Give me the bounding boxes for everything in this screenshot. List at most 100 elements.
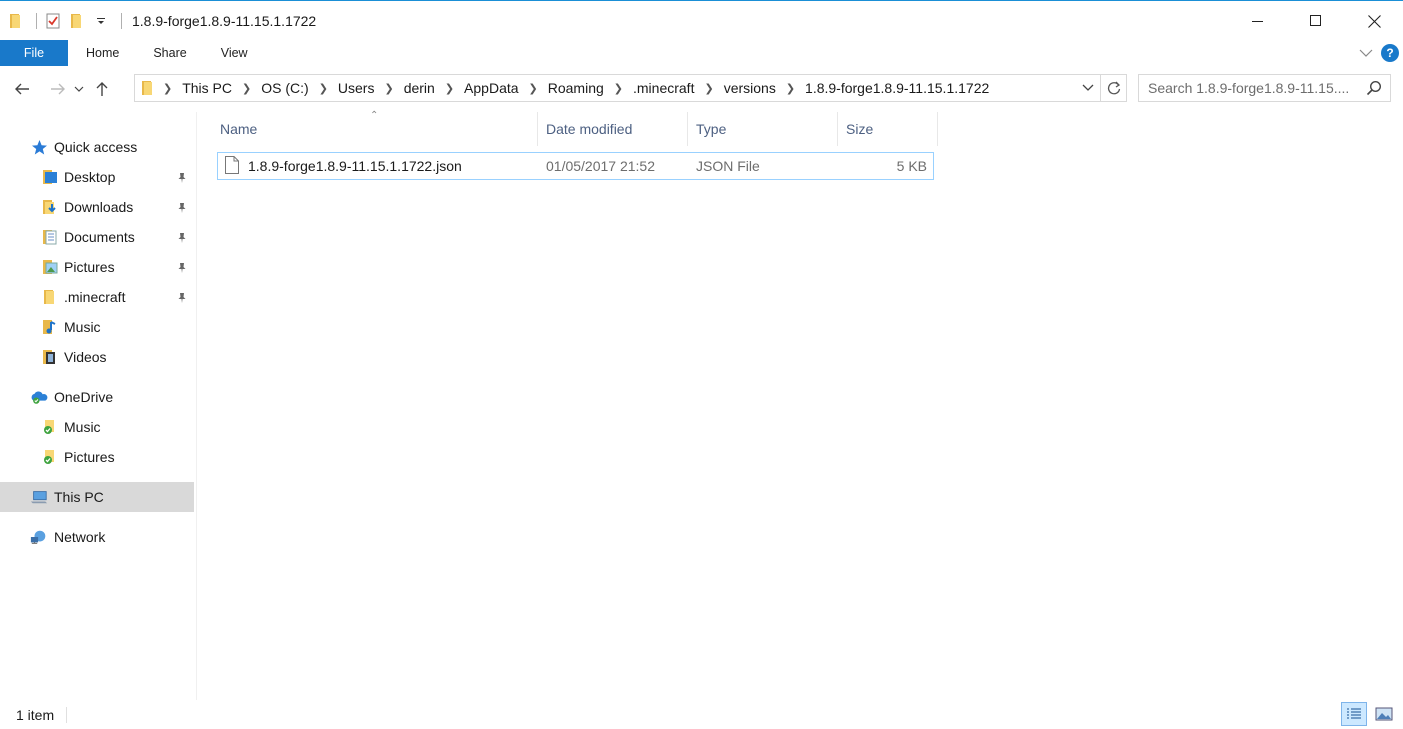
status-divider bbox=[66, 706, 68, 723]
sidebar-item-label: Pictures bbox=[64, 259, 115, 275]
maximize-icon bbox=[1310, 15, 1321, 26]
sidebar-item-label: Desktop bbox=[64, 169, 116, 185]
breadcrumb-minecraft[interactable]: .minecraft ❯ bbox=[633, 80, 724, 96]
breadcrumb-os-c[interactable]: OS (C:) ❯ bbox=[261, 80, 338, 96]
sidebar-item-music[interactable]: Music bbox=[0, 312, 194, 342]
synced-folder-icon bbox=[41, 448, 59, 466]
sidebar-item-onedrive-music[interactable]: Music bbox=[0, 412, 194, 442]
details-view-icon bbox=[1347, 708, 1361, 719]
column-header-date[interactable]: Date modified bbox=[538, 112, 688, 146]
pin-icon[interactable] bbox=[176, 171, 188, 187]
sidebar-item-pictures[interactable]: Pictures bbox=[0, 252, 194, 282]
large-icons-view-icon bbox=[1375, 707, 1393, 721]
refresh-button[interactable] bbox=[1101, 74, 1127, 102]
customize-toolbar-icon[interactable] bbox=[91, 11, 111, 31]
search-input[interactable] bbox=[1148, 80, 1363, 96]
sidebar-item-label: Downloads bbox=[64, 199, 134, 215]
address-dropdown-button[interactable] bbox=[1076, 75, 1100, 101]
view-switcher bbox=[1341, 702, 1397, 726]
ribbon-right: ? bbox=[1359, 40, 1399, 66]
file-date-modified: 01/05/2017 21:52 bbox=[546, 158, 655, 174]
breadcrumb-appdata[interactable]: AppData ❯ bbox=[464, 80, 548, 96]
column-header-size[interactable]: Size bbox=[838, 112, 938, 146]
maximize-button[interactable] bbox=[1287, 1, 1345, 41]
breadcrumb-chevron[interactable]: ❯ bbox=[161, 82, 182, 95]
music-folder-icon bbox=[41, 318, 59, 336]
breadcrumb-roaming[interactable]: Roaming ❯ bbox=[548, 80, 633, 96]
arrow-right-icon bbox=[51, 83, 65, 95]
videos-folder-icon bbox=[41, 348, 59, 366]
new-folder-icon[interactable] bbox=[67, 11, 87, 31]
star-icon bbox=[30, 138, 48, 156]
tab-home[interactable]: Home bbox=[68, 40, 136, 66]
close-button[interactable] bbox=[1345, 1, 1403, 41]
minimize-icon bbox=[1252, 21, 1263, 22]
recent-locations-button[interactable] bbox=[72, 75, 86, 103]
sidebar-item-label: Quick access bbox=[54, 139, 138, 155]
sidebar-item-minecraft[interactable]: .minecraft bbox=[0, 282, 194, 312]
breadcrumb-derin[interactable]: derin ❯ bbox=[404, 80, 464, 96]
file-name: 1.8.9-forge1.8.9-11.15.1.1722.json bbox=[248, 158, 462, 174]
up-button[interactable] bbox=[90, 75, 114, 103]
tab-view[interactable]: View bbox=[204, 40, 265, 66]
ribbon-tabs: File Home Share View ? bbox=[0, 40, 1403, 68]
sidebar-item-quick-access[interactable]: Quick access bbox=[0, 132, 194, 162]
breadcrumb-versions[interactable]: versions ❯ bbox=[724, 80, 805, 96]
pin-icon[interactable] bbox=[176, 291, 188, 307]
column-headers: ⌃ Name Date modified Type Size bbox=[212, 110, 938, 146]
tab-share[interactable]: Share bbox=[136, 40, 203, 66]
window-controls bbox=[1229, 1, 1403, 41]
sidebar-item-label: Music bbox=[64, 319, 101, 335]
search-box[interactable] bbox=[1138, 74, 1391, 102]
pin-icon[interactable] bbox=[176, 261, 188, 277]
expand-ribbon-icon[interactable] bbox=[1359, 45, 1373, 61]
downloads-folder-icon bbox=[41, 198, 59, 216]
sidebar-item-this-pc[interactable]: This PC bbox=[0, 482, 194, 512]
sidebar-item-downloads[interactable]: Downloads bbox=[0, 192, 194, 222]
breadcrumb-current-folder[interactable]: 1.8.9-forge1.8.9-11.15.1.1722 bbox=[805, 80, 989, 96]
sidebar-item-label: Network bbox=[54, 529, 106, 545]
sidebar-item-label: Videos bbox=[64, 349, 107, 365]
pin-icon[interactable] bbox=[176, 201, 188, 217]
file-size: 5 KB bbox=[896, 158, 927, 174]
status-bar: 1 item bbox=[0, 700, 1403, 729]
sidebar-item-onedrive[interactable]: OneDrive bbox=[0, 382, 194, 412]
details-view-button[interactable] bbox=[1341, 702, 1367, 726]
address-bar[interactable]: ❯ This PC ❯ OS (C:) ❯ Users ❯ derin ❯ AppDat… bbox=[134, 74, 1101, 102]
large-icons-view-button[interactable] bbox=[1371, 702, 1397, 726]
breadcrumb-users[interactable]: Users ❯ bbox=[338, 80, 404, 96]
minimize-button[interactable] bbox=[1229, 1, 1287, 41]
navigation-pane: Quick access Desktop Downloads Documents… bbox=[0, 112, 197, 700]
tab-file[interactable]: File bbox=[0, 40, 68, 66]
sidebar-item-label: Pictures bbox=[64, 449, 115, 465]
pictures-folder-icon bbox=[41, 258, 59, 276]
title-bar: 1.8.9-forge1.8.9-11.15.1.1722 bbox=[0, 0, 1403, 40]
arrow-up-icon bbox=[96, 82, 108, 96]
item-count: 1 item bbox=[16, 706, 55, 723]
help-icon[interactable]: ? bbox=[1381, 44, 1399, 62]
properties-icon[interactable] bbox=[43, 11, 63, 31]
column-header-type[interactable]: Type bbox=[688, 112, 838, 146]
file-icon bbox=[225, 156, 239, 177]
computer-icon bbox=[30, 488, 48, 506]
file-row[interactable]: 1.8.9-forge1.8.9-11.15.1.1722.json 01/05… bbox=[217, 152, 934, 180]
quick-access-toolbar bbox=[0, 1, 128, 41]
sidebar-item-videos[interactable]: Videos bbox=[0, 342, 194, 372]
pin-icon[interactable] bbox=[176, 231, 188, 247]
chevron-down-icon bbox=[74, 86, 84, 92]
synced-folder-icon bbox=[41, 418, 59, 436]
sidebar-item-desktop[interactable]: Desktop bbox=[0, 162, 194, 192]
sidebar-item-documents[interactable]: Documents bbox=[0, 222, 194, 252]
chevron-down-icon bbox=[1082, 84, 1094, 91]
network-icon bbox=[30, 528, 48, 546]
navigation-bar: ❯ This PC ❯ OS (C:) ❯ Users ❯ derin ❯ AppDat… bbox=[0, 74, 1403, 104]
search-icon[interactable] bbox=[1366, 80, 1382, 99]
breadcrumb-this-pc[interactable]: This PC ❯ bbox=[182, 80, 261, 96]
forward-button[interactable] bbox=[46, 75, 70, 103]
column-header-name[interactable]: ⌃ Name bbox=[212, 110, 538, 146]
close-icon bbox=[1367, 14, 1381, 28]
arrow-left-icon bbox=[15, 83, 29, 95]
back-button[interactable] bbox=[10, 75, 34, 103]
sidebar-item-network[interactable]: Network bbox=[0, 522, 194, 552]
sidebar-item-onedrive-pictures[interactable]: Pictures bbox=[0, 442, 194, 472]
